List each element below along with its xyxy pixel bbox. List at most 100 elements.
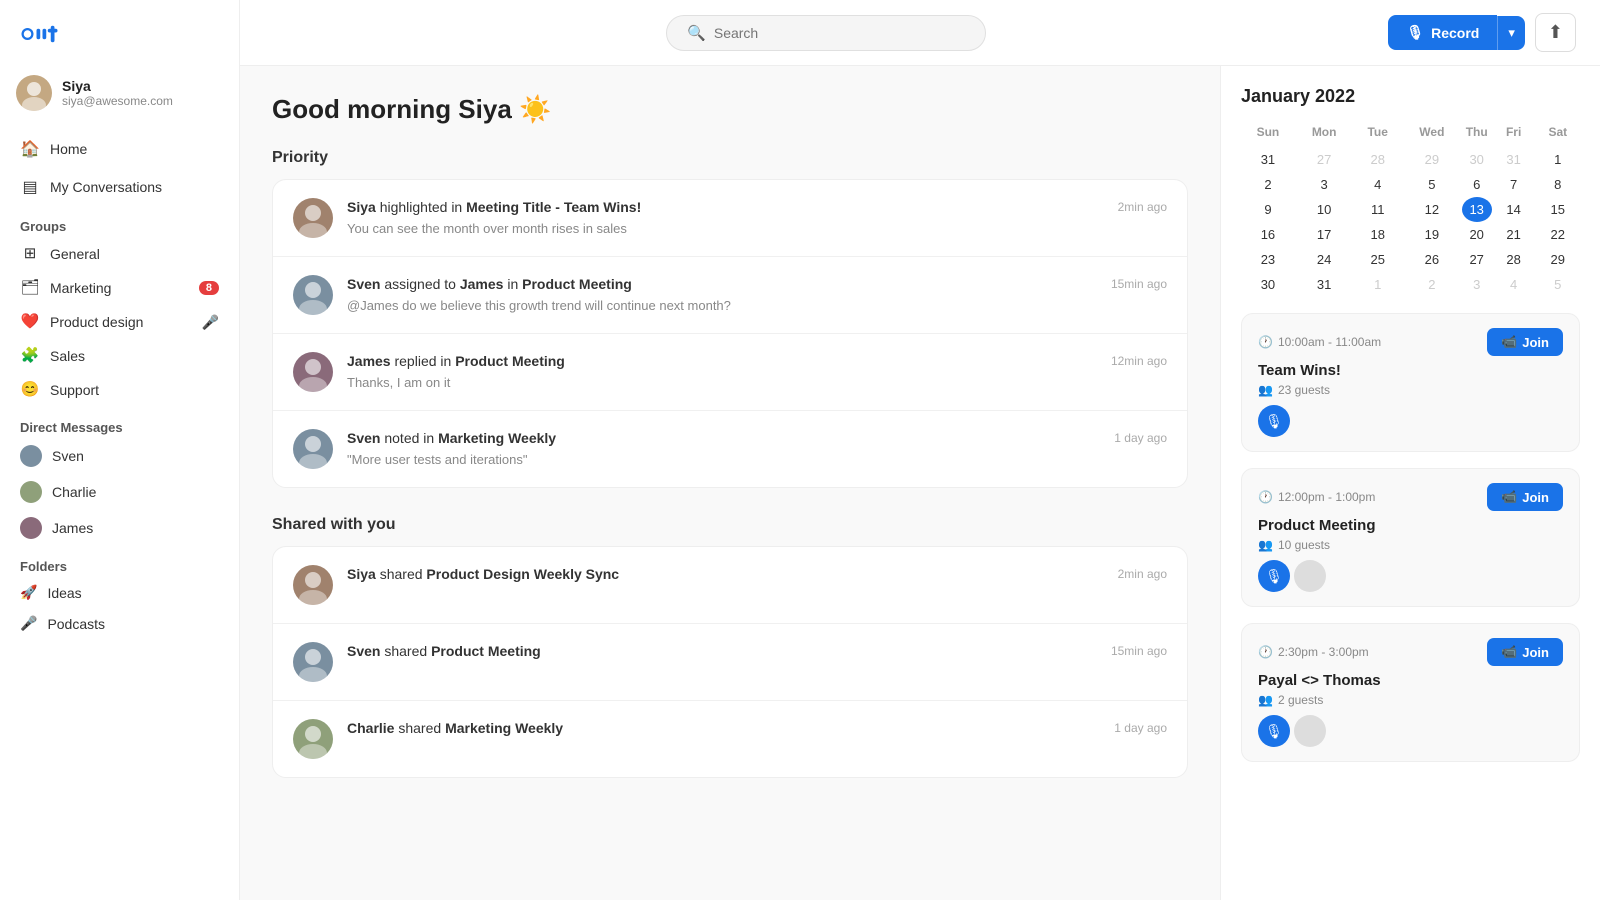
search-input[interactable] [714,25,965,41]
cal-cell-3-2[interactable]: 18 [1353,222,1402,247]
event-1-time: 🕐 10:00am - 11:00am [1258,335,1381,349]
greeting: Good morning Siya ☀️ [272,94,1188,125]
event-3-join-button[interactable]: 📹 Join [1487,638,1563,666]
mic-icon: 🎙 [1406,24,1424,41]
cal-cell-4-3[interactable]: 26 [1402,247,1462,272]
dm-sven-avatar [20,445,42,467]
sidebar-dm-james[interactable]: James [8,511,231,545]
cal-cell-3-5[interactable]: 21 [1492,222,1536,247]
record-chevron-button[interactable]: ▾ [1497,16,1525,50]
cal-cell-1-5[interactable]: 7 [1492,172,1536,197]
sidebar-item-product-design[interactable]: ❤️ Product design 🎤 [8,306,231,338]
cal-cell-2-4[interactable]: 13 [1462,197,1492,222]
priority-item-4[interactable]: Sven noted in Marketing Weekly "More use… [273,411,1187,487]
cal-cell-0-3[interactable]: 29 [1402,147,1462,172]
sidebar-item-general[interactable]: ⊞ General [8,238,231,270]
dm-james-avatar [20,517,42,539]
cal-cell-5-6[interactable]: 5 [1536,272,1580,297]
event-3-time: 🕐 2:30pm - 3:00pm [1258,645,1369,659]
cal-cell-1-1[interactable]: 3 [1295,172,1354,197]
cal-cell-4-2[interactable]: 25 [1353,247,1402,272]
sidebar-item-sales[interactable]: 🧩 Sales [8,340,231,372]
folder-podcasts-label: Podcasts [47,616,105,632]
shared-item-2[interactable]: Sven shared Product Meeting 15min ago [273,624,1187,701]
priority-section-title: Priority [272,149,1188,167]
group-sales-label: Sales [50,348,85,364]
cal-cell-1-0[interactable]: 2 [1241,172,1295,197]
priority-2-avatar [293,275,333,315]
event-1-join-button[interactable]: 📹 Join [1487,328,1563,356]
cal-day-tue: Tue [1353,121,1402,147]
cal-cell-3-0[interactable]: 16 [1241,222,1295,247]
event-2-title: Product Meeting [1258,517,1563,534]
cal-cell-4-1[interactable]: 24 [1295,247,1354,272]
cal-cell-2-6[interactable]: 15 [1536,197,1580,222]
marketing-icon: 🗂 [20,278,40,298]
sidebar: Siya siya@awesome.com 🏠 Home ▤ My Conver… [0,0,240,900]
cal-cell-1-4[interactable]: 6 [1462,172,1492,197]
cal-cell-4-6[interactable]: 29 [1536,247,1580,272]
cal-cell-0-5[interactable]: 31 [1492,147,1536,172]
priority-3-title: James replied in Product Meeting [347,352,1097,372]
priority-3-content: James replied in Product Meeting Thanks,… [347,352,1097,390]
logo [0,0,239,67]
sidebar-item-my-conversations[interactable]: ▤ My Conversations [8,169,231,205]
cal-cell-2-1[interactable]: 10 [1295,197,1354,222]
sidebar-dm-sven[interactable]: Sven [8,439,231,473]
event-card-1: 🕐 10:00am - 11:00am 📹 Join Team Wins! 👥 … [1241,313,1580,452]
priority-1-avatar [293,198,333,238]
cal-cell-0-2[interactable]: 28 [1353,147,1402,172]
priority-item-1[interactable]: Siya highlighted in Meeting Title - Team… [273,180,1187,257]
logo-svg [20,20,80,48]
sidebar-folder-ideas[interactable]: 🚀 Ideas [8,578,231,607]
event-1-mic-avatar: 🎙 [1258,405,1290,437]
cal-cell-1-6[interactable]: 8 [1536,172,1580,197]
cal-cell-4-0[interactable]: 23 [1241,247,1295,272]
cal-cell-5-4[interactable]: 3 [1462,272,1492,297]
sidebar-item-home[interactable]: 🏠 Home [8,131,231,167]
calendar-title: January 2022 [1241,86,1580,107]
cal-cell-5-5[interactable]: 4 [1492,272,1536,297]
sidebar-folder-podcasts[interactable]: 🎤 Podcasts [8,609,231,638]
cal-cell-4-4[interactable]: 27 [1462,247,1492,272]
guests-icon-3: 👥 [1258,693,1273,707]
cal-cell-5-2[interactable]: 1 [1353,272,1402,297]
clock-icon-2: 🕐 [1258,490,1273,504]
cal-cell-1-3[interactable]: 5 [1402,172,1462,197]
user-profile[interactable]: Siya siya@awesome.com [0,67,239,127]
search-bar[interactable]: 🔍 [666,15,986,51]
cal-cell-0-0[interactable]: 31 [1241,147,1295,172]
cal-cell-3-6[interactable]: 22 [1536,222,1580,247]
shared-item-3[interactable]: Charlie shared Marketing Weekly 1 day ag… [273,701,1187,777]
cal-cell-0-6[interactable]: 1 [1536,147,1580,172]
group-support-label: Support [50,382,99,398]
cal-cell-2-3[interactable]: 12 [1402,197,1462,222]
cal-cell-3-1[interactable]: 17 [1295,222,1354,247]
right-panel: January 2022 Sun Mon Tue Wed Thu Fri Sat… [1220,66,1600,900]
cal-cell-5-0[interactable]: 30 [1241,272,1295,297]
dm-section-label: Direct Messages [8,408,231,439]
sidebar-item-support[interactable]: 😊 Support [8,374,231,406]
cal-cell-2-0[interactable]: 9 [1241,197,1295,222]
event-2-join-button[interactable]: 📹 Join [1487,483,1563,511]
record-button[interactable]: 🎙 Record [1388,15,1497,50]
priority-item-3[interactable]: James replied in Product Meeting Thanks,… [273,334,1187,411]
topbar: 🔍 🎙 Record ▾ ⬆ [240,0,1600,66]
upload-button[interactable]: ⬆ [1535,13,1576,52]
cal-cell-5-3[interactable]: 2 [1402,272,1462,297]
shared-1-avatar [293,565,333,605]
priority-item-2[interactable]: Sven assigned to James in Product Meetin… [273,257,1187,334]
sidebar-item-marketing[interactable]: 🗂 Marketing 8 [8,272,231,304]
cal-cell-2-2[interactable]: 11 [1353,197,1402,222]
cal-cell-0-4[interactable]: 30 [1462,147,1492,172]
cal-cell-3-4[interactable]: 20 [1462,222,1492,247]
shared-item-1[interactable]: Siya shared Product Design Weekly Sync 2… [273,547,1187,624]
cal-cell-1-2[interactable]: 4 [1353,172,1402,197]
sidebar-dm-charlie[interactable]: Charlie [8,475,231,509]
cal-cell-2-5[interactable]: 14 [1492,197,1536,222]
priority-2-subtitle: @James do we believe this growth trend w… [347,298,1097,313]
cal-cell-5-1[interactable]: 31 [1295,272,1354,297]
cal-cell-4-5[interactable]: 28 [1492,247,1536,272]
cal-cell-0-1[interactable]: 27 [1295,147,1354,172]
cal-cell-3-3[interactable]: 19 [1402,222,1462,247]
